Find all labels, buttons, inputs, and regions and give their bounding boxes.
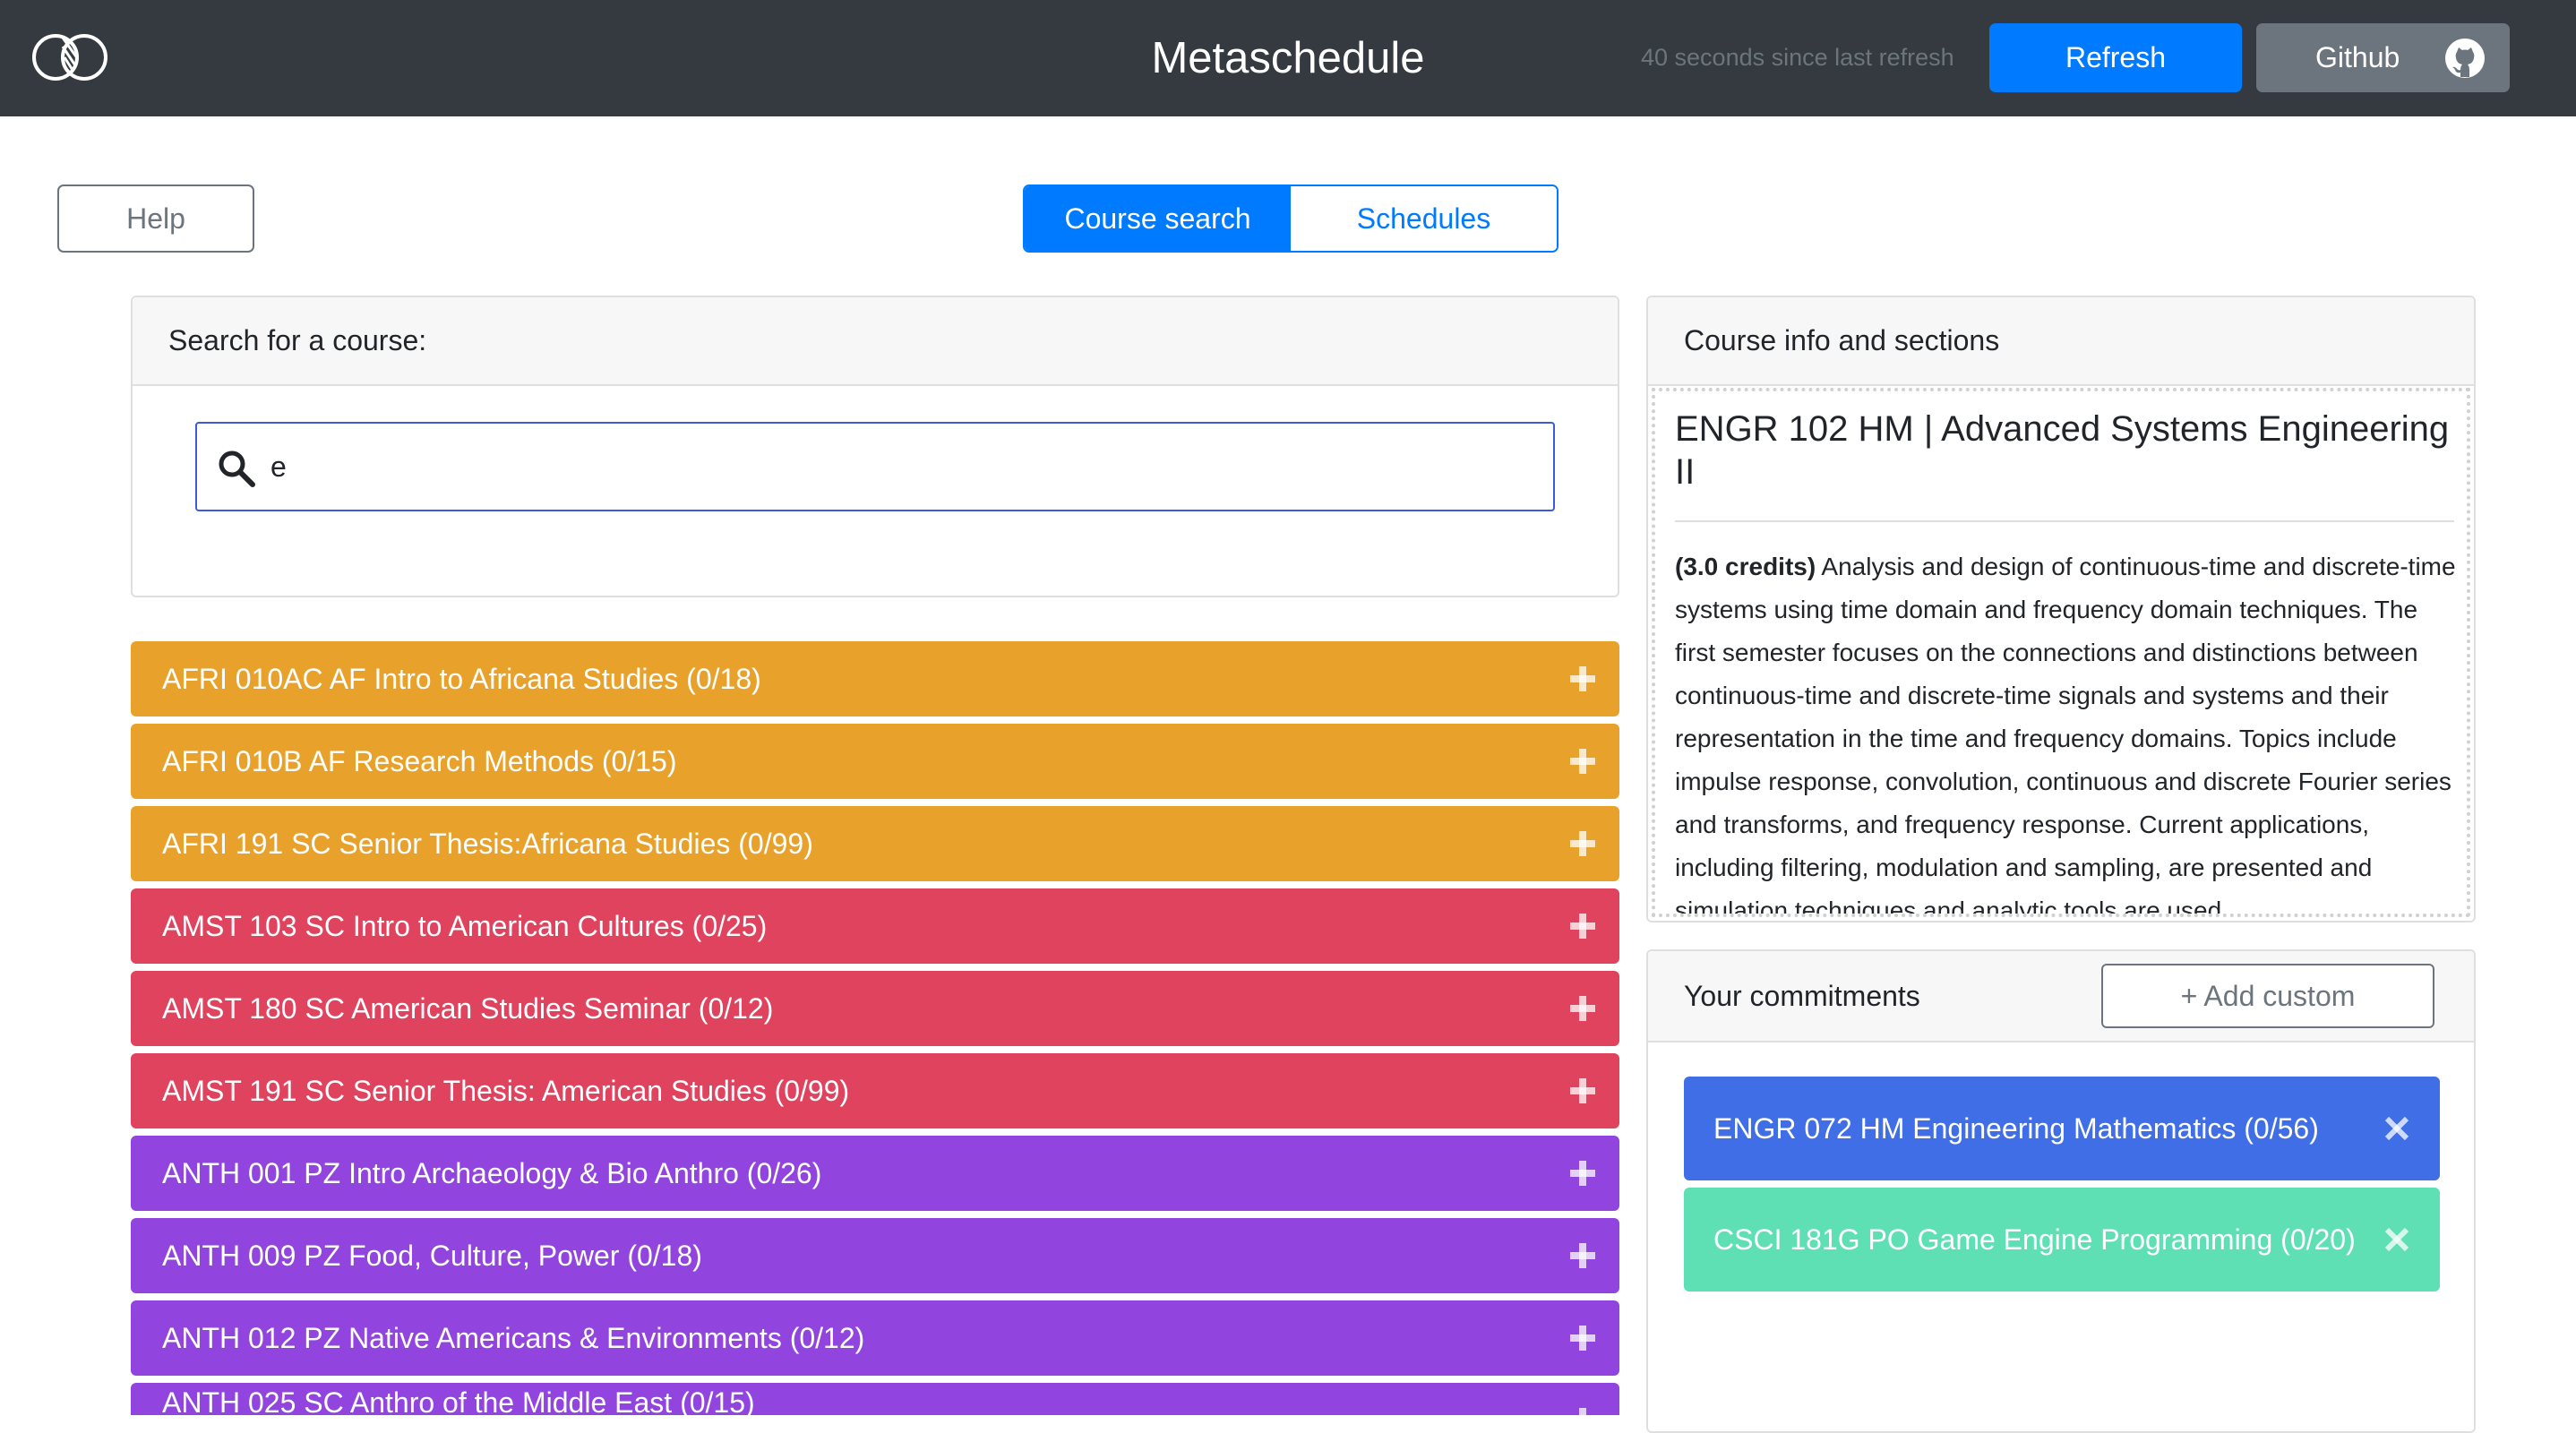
course-item[interactable]: AFRI 010B AF Research Methods (0/15) [131,724,1619,799]
search-input[interactable] [270,424,1524,510]
course-label: AFRI 010AC AF Intro to Africana Studies … [162,663,761,695]
divider [1675,520,2454,522]
tab-course-search[interactable]: Course search [1025,186,1291,251]
search-icon [219,450,255,487]
commitments-card: Your commitments + Add custom ENGR 072 H… [1646,949,2476,1433]
commitment-item[interactable]: ENGR 072 HM Engineering Mathematics (0/5… [1684,1077,2440,1180]
help-button[interactable]: Help [57,184,254,253]
course-info-title: ENGR 102 HM | Advanced Systems Engineeri… [1675,409,2450,492]
course-item[interactable]: AMST 191 SC Senior Thesis: American Stud… [131,1053,1619,1128]
course-item[interactable]: ANTH 001 PZ Intro Archaeology & Bio Anth… [131,1136,1619,1211]
overlapping-circles-logo-icon[interactable] [30,29,116,86]
course-item[interactable]: AMST 180 SC American Studies Seminar (0/… [131,971,1619,1046]
course-credits: (3.0 credits) [1675,553,1816,580]
course-label: AMST 103 SC Intro to American Cultures (… [162,910,768,942]
course-item[interactable]: AFRI 010AC AF Intro to Africana Studies … [131,641,1619,716]
add-icon[interactable] [1566,909,1600,943]
refresh-button[interactable]: Refresh [1989,23,2242,92]
add-icon[interactable] [1566,1321,1600,1355]
search-box[interactable] [195,422,1555,511]
course-info-header: Course info and sections [1648,297,2474,386]
close-icon[interactable] [2383,1114,2411,1143]
add-icon[interactable] [1566,744,1600,778]
course-label: ANTH 025 SC Anthro of the Middle East (0… [162,1386,755,1415]
course-description: (3.0 credits) Analysis and design of con… [1675,545,2458,917]
github-label: Github [2315,41,2400,73]
course-label: AFRI 191 SC Senior Thesis:Africana Studi… [162,828,813,860]
add-icon[interactable] [1566,662,1600,696]
search-card-header: Search for a course: [133,297,1618,386]
add-icon[interactable] [1566,1239,1600,1273]
course-info-card: Course info and sections ENGR 102 HM | A… [1646,296,2476,922]
course-item[interactable]: AMST 103 SC Intro to American Cultures (… [131,888,1619,964]
course-list: AFRI 010AC AF Intro to Africana Studies … [131,641,1619,1415]
course-description-text: Analysis and design of continuous-time a… [1675,553,2456,917]
add-icon[interactable] [1566,1074,1600,1108]
github-icon [2445,39,2485,78]
search-card: Search for a course: [131,296,1619,597]
refresh-status: 40 seconds since last refresh [1641,44,1954,71]
navbar: Metaschedule 40 seconds since last refre… [0,0,2576,116]
course-item[interactable]: ANTH 025 SC Anthro of the Middle East (0… [131,1383,1619,1415]
course-label: AMST 191 SC Senior Thesis: American Stud… [162,1075,850,1107]
github-button[interactable]: Github [2256,23,2510,92]
view-tabs: Course search Schedules [1023,184,1558,253]
course-label: AFRI 010B AF Research Methods (0/15) [162,745,677,777]
course-label: AMST 180 SC American Studies Seminar (0/… [162,992,774,1025]
course-info-body[interactable]: ENGR 102 HM | Advanced Systems Engineeri… [1652,388,2470,917]
commitment-label: ENGR 072 HM Engineering Mathematics (0/5… [1713,1112,2319,1145]
add-icon[interactable] [1566,1156,1600,1190]
commitments-header: Your commitments + Add custom [1648,951,2474,1043]
course-item[interactable]: AFRI 191 SC Senior Thesis:Africana Studi… [131,806,1619,881]
course-label: ANTH 009 PZ Food, Culture, Power (0/18) [162,1240,702,1272]
tab-schedules[interactable]: Schedules [1291,186,1557,251]
add-icon[interactable] [1566,1403,1600,1415]
commitment-item[interactable]: CSCI 181G PO Game Engine Programming (0/… [1684,1188,2440,1291]
close-icon[interactable] [2383,1225,2411,1254]
add-icon[interactable] [1566,991,1600,1025]
course-item[interactable]: ANTH 009 PZ Food, Culture, Power (0/18) [131,1218,1619,1293]
course-label: ANTH 001 PZ Intro Archaeology & Bio Anth… [162,1157,822,1189]
add-icon[interactable] [1566,827,1600,861]
commitments-title: Your commitments [1684,980,1920,1012]
add-custom-button[interactable]: + Add custom [2101,964,2434,1028]
commitment-label: CSCI 181G PO Game Engine Programming (0/… [1713,1223,2356,1256]
